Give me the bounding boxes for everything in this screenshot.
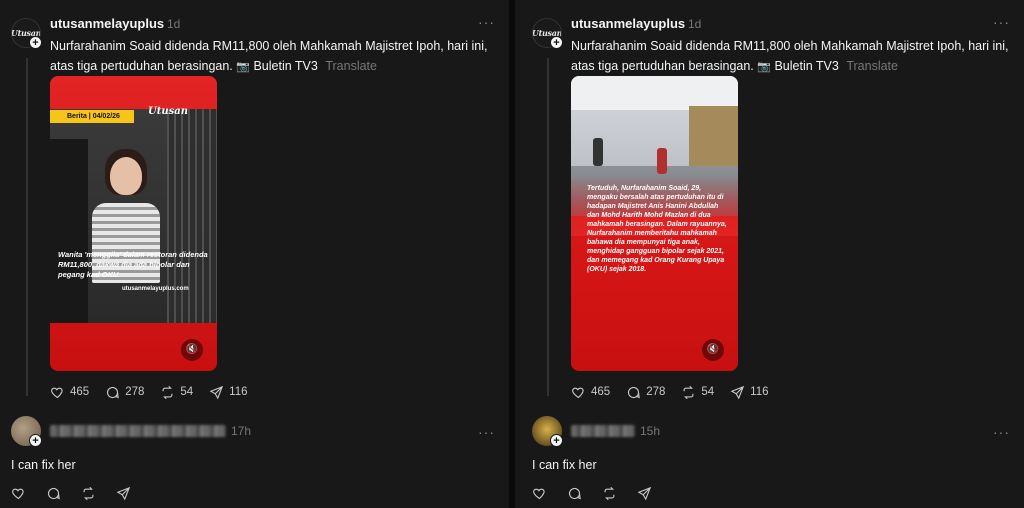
screenshot: Utusan + utusanmelayuplus 1d ··· Nurfara… [0,0,1024,508]
repost-count: 54 [701,386,715,398]
camera-icon: 📷 [757,61,771,73]
post-suffix: Buletin TV3 [774,59,839,73]
news-date-tag: Berita | 04/02/26 [50,110,134,123]
caption-text: Tertuduh, Nurfarahanim Soaid, 29, mengak… [587,185,727,273]
more-options-icon[interactable]: ··· [478,424,495,440]
repost-button[interactable]: 54 [681,385,714,400]
send-icon [730,385,745,399]
like-button[interactable]: 465 [50,385,89,400]
share-count: 116 [750,386,769,398]
reply-actions [11,486,151,501]
redacted-username [571,425,635,437]
share-button[interactable]: 116 [730,385,769,400]
post-text: Nurfarahanim Soaid didenda RM11,800 oleh… [50,36,495,77]
more-options-icon[interactable]: ··· [993,14,1010,30]
comment-icon [107,386,119,398]
post-actions: 465 278 54 116 [50,384,264,400]
like-button[interactable]: 465 [571,385,610,400]
comment-button[interactable]: 278 [626,385,665,400]
thread-line [547,58,549,396]
send-icon[interactable] [637,486,652,501]
follow-plus-icon[interactable]: + [550,434,563,447]
reply-time: 15h [640,424,661,438]
comment-icon[interactable] [46,486,61,501]
comment-button[interactable]: 278 [105,385,144,400]
mute-icon[interactable]: 🔇 [702,339,724,361]
send-icon[interactable] [116,486,131,501]
send-icon [209,385,224,399]
heart-icon[interactable] [532,486,547,501]
comment-icon [628,386,640,398]
translate-link[interactable]: Translate [325,59,377,73]
follow-plus-icon[interactable]: + [550,36,563,49]
reply-actions [532,486,672,501]
share-count: 116 [229,386,248,398]
heart-icon [572,387,584,398]
thread-line [26,58,28,396]
follow-plus-icon[interactable]: + [29,36,42,49]
brand-logo: Utusan [148,106,188,117]
repost-icon [162,385,173,399]
heart-icon [51,387,63,398]
comment-icon[interactable] [567,486,582,501]
thread-panel-left: Utusan + utusanmelayuplus 1d ··· Nurfara… [0,0,509,508]
news-site: utusanmelayuplus.com [122,286,189,292]
news-headline: Wanita 'menggila' dalam restoran didenda… [58,250,208,279]
post-video[interactable]: Berita | 04/02/26 Utusan Wanita 'menggil… [50,76,217,371]
repost-button[interactable]: 54 [160,385,193,400]
post-text: Nurfarahanim Soaid didenda RM11,800 oleh… [571,36,1016,77]
reply-text: I can fix her [532,458,597,472]
translate-link[interactable]: Translate [846,59,898,73]
officer-figure [50,139,88,323]
repost-icon[interactable] [602,486,617,501]
post-time: 1d [167,17,181,31]
more-options-icon[interactable]: ··· [478,14,495,30]
follow-plus-icon[interactable]: + [29,434,42,447]
like-count: 465 [70,386,90,398]
more-options-icon[interactable]: ··· [993,424,1010,440]
camera-icon: 📷 [236,61,250,73]
share-button[interactable]: 116 [209,385,248,400]
post-video[interactable]: Tertuduh, Nurfarahanim Soaid, 29, mengak… [571,76,738,371]
post-time: 1d [688,17,702,31]
repost-icon[interactable] [81,486,96,501]
reply-time: 17h [231,424,252,438]
thread-panel-right: Utusan + utusanmelayuplus 1d ··· Nurfara… [515,0,1024,508]
comment-count: 278 [125,386,145,398]
repost-count: 54 [180,386,194,398]
comment-count: 278 [646,386,666,398]
redacted-username [50,425,226,437]
reply-text: I can fix her [11,458,76,472]
repost-icon [683,385,694,399]
post-suffix: Buletin TV3 [253,59,318,73]
mute-icon[interactable]: 🔇 [181,339,203,361]
post-username[interactable]: utusanmelayuplus [50,16,164,31]
heart-icon[interactable] [11,486,26,501]
like-count: 465 [591,386,611,398]
post-actions: 465 278 54 116 [571,384,785,400]
post-username[interactable]: utusanmelayuplus [571,16,685,31]
